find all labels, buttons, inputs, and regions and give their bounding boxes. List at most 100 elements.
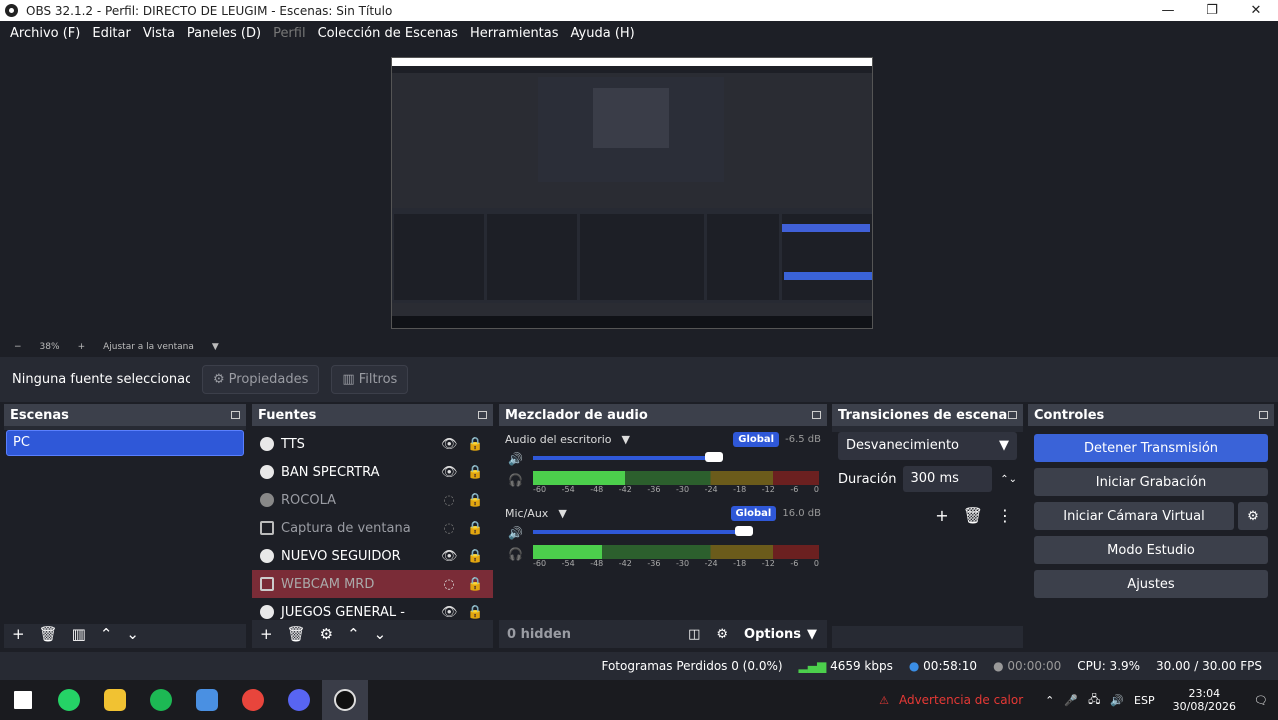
trash-icon[interactable]: 🗑: [287, 625, 306, 643]
volume-slider[interactable]: [533, 452, 723, 462]
lock-icon[interactable]: 🔒: [467, 493, 483, 508]
menu-perfil[interactable]: Perfil: [273, 26, 306, 41]
more-icon[interactable]: ⋮: [997, 506, 1013, 525]
add-icon[interactable]: +: [12, 625, 25, 643]
windows-start-icon[interactable]: [0, 680, 46, 720]
options-dropdown-icon[interactable]: ▼: [807, 627, 817, 642]
preview-area[interactable]: [0, 46, 1278, 337]
eye-icon[interactable]: 👁: [441, 437, 458, 452]
lock-icon[interactable]: 🔒: [467, 577, 483, 592]
options-button[interactable]: Options: [744, 627, 801, 642]
rec-time-value: 00:00:00: [1007, 659, 1062, 673]
eye-icon[interactable]: 👁: [441, 465, 458, 480]
close-icon[interactable]: ✕: [1234, 3, 1278, 18]
eye-hidden-icon[interactable]: ◌: [441, 493, 457, 508]
app-icon[interactable]: [184, 680, 230, 720]
lock-icon[interactable]: 🔒: [467, 521, 483, 536]
file-explorer-icon[interactable]: [92, 680, 138, 720]
undock-icon[interactable]: [1008, 411, 1017, 419]
mixer-channel-desktop: Audio del escritorio ▼ Global -6.5 dB 🔊 🎧 -…: [499, 426, 827, 500]
trash-icon[interactable]: 🗑: [963, 506, 983, 525]
source-item[interactable]: Captura de ventana ◌ 🔒: [252, 514, 493, 542]
lock-icon[interactable]: 🔒: [467, 549, 483, 564]
up-icon[interactable]: ⌃: [347, 625, 360, 643]
trash-icon[interactable]: 🗑: [39, 625, 58, 643]
gear-icon[interactable]: ⚙: [320, 625, 333, 643]
eye-hidden-icon[interactable]: ◌: [441, 521, 457, 536]
undock-icon[interactable]: [812, 411, 821, 419]
scene-item[interactable]: PC: [6, 430, 244, 456]
zoom-in-button[interactable]: +: [78, 342, 86, 352]
undock-icon[interactable]: [231, 411, 240, 419]
heat-warning[interactable]: Advertencia de calor: [899, 693, 1023, 707]
undock-icon[interactable]: [1259, 411, 1268, 419]
obs-taskbar-icon[interactable]: [322, 680, 368, 720]
properties-button[interactable]: ⚙ Propiedades: [202, 365, 320, 394]
virtual-camera-button[interactable]: Iniciar Cámara Virtual: [1034, 502, 1234, 530]
transition-select[interactable]: Desvanecimiento ▼: [838, 432, 1017, 460]
settings-button[interactable]: Ajustes: [1034, 570, 1268, 598]
filter-icon[interactable]: ▥: [72, 625, 86, 643]
studio-mode-button[interactable]: Modo Estudio: [1034, 536, 1268, 564]
down-icon[interactable]: ⌄: [374, 625, 387, 643]
up-icon[interactable]: ⌃: [100, 625, 113, 643]
eye-icon[interactable]: 👁: [441, 605, 458, 620]
menu-vista[interactable]: Vista: [143, 26, 175, 41]
menu-archivo[interactable]: Archivo (F): [10, 26, 80, 41]
zoom-dropdown-icon[interactable]: ▼: [212, 342, 219, 352]
volume-slider[interactable]: [533, 526, 753, 536]
mic-icon[interactable]: 🎤: [1064, 694, 1078, 707]
add-icon[interactable]: +: [935, 506, 948, 525]
volume-icon[interactable]: 🔊: [1110, 694, 1124, 707]
source-item[interactable]: WEBCAM MRD ◌ 🔒: [252, 570, 493, 598]
menu-coleccion[interactable]: Colección de Escenas: [318, 26, 458, 41]
zoom-out-button[interactable]: −: [14, 342, 22, 352]
source-item[interactable]: BAN SPECRTRA 👁 🔒: [252, 458, 493, 486]
menu-herramientas[interactable]: Herramientas: [470, 26, 559, 41]
source-item[interactable]: ROCOLA ◌ 🔒: [252, 486, 493, 514]
monitor-icon[interactable]: 🎧: [508, 547, 523, 561]
eye-icon[interactable]: 👁: [441, 549, 458, 564]
virtual-camera-settings-icon[interactable]: ⚙: [1238, 502, 1268, 530]
lang-indicator[interactable]: ESP: [1134, 694, 1155, 707]
hidden-count[interactable]: 0 hidden: [507, 627, 571, 642]
menu-editar[interactable]: Editar: [92, 26, 131, 41]
add-icon[interactable]: +: [260, 625, 273, 643]
lock-icon[interactable]: 🔒: [467, 437, 483, 452]
spotify-icon[interactable]: [138, 680, 184, 720]
minimize-icon[interactable]: —: [1146, 3, 1190, 18]
discord-icon[interactable]: [276, 680, 322, 720]
lock-icon[interactable]: 🔒: [467, 465, 483, 480]
speaker-icon[interactable]: 🔊: [508, 526, 523, 540]
filters-button[interactable]: ▥ Filtros: [331, 365, 409, 394]
channel-dropdown-icon[interactable]: ▼: [558, 507, 566, 520]
undock-icon[interactable]: [478, 411, 487, 419]
layout-icon[interactable]: ◫: [688, 627, 700, 642]
whatsapp-icon[interactable]: [46, 680, 92, 720]
stepper-icon[interactable]: ⌃⌄: [1000, 474, 1017, 485]
volume-thumb[interactable]: [704, 452, 723, 462]
obs-logo-icon: [5, 4, 18, 17]
menu-paneles[interactable]: Paneles (D): [187, 26, 261, 41]
monitor-icon[interactable]: 🎧: [508, 473, 523, 487]
source-item[interactable]: JUEGOS GENERAL - 👁 🔒: [252, 598, 493, 620]
source-item[interactable]: NUEVO SEGUIDOR 👁 🔒: [252, 542, 493, 570]
menu-ayuda[interactable]: Ayuda (H): [571, 26, 635, 41]
volume-thumb[interactable]: [735, 526, 753, 536]
chrome-icon[interactable]: [230, 680, 276, 720]
clock[interactable]: 23:04 30/08/2026: [1173, 687, 1236, 713]
tray-up-icon[interactable]: ⌃: [1045, 694, 1054, 707]
speaker-icon[interactable]: 🔊: [508, 452, 523, 466]
restore-icon[interactable]: ❐: [1190, 3, 1234, 18]
start-record-button[interactable]: Iniciar Grabación: [1034, 468, 1268, 496]
eye-hidden-icon[interactable]: ◌: [441, 577, 457, 592]
mixer-settings-icon[interactable]: ⚙: [716, 627, 728, 642]
lock-icon[interactable]: 🔒: [467, 605, 483, 620]
duration-input[interactable]: 300 ms: [902, 466, 993, 492]
notification-icon[interactable]: 🗨: [1254, 694, 1268, 707]
down-icon[interactable]: ⌄: [126, 625, 139, 643]
source-item[interactable]: TTS 👁 🔒: [252, 430, 493, 458]
channel-dropdown-icon[interactable]: ▼: [622, 433, 630, 446]
network-icon[interactable]: 🖧: [1088, 691, 1100, 710]
stop-stream-button[interactable]: Detener Transmisión: [1034, 434, 1268, 462]
